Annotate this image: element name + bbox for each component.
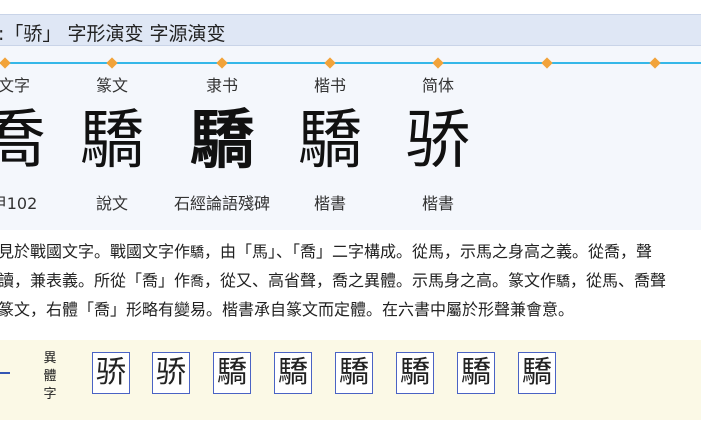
script-glyph: 驕 (80, 104, 144, 178)
title-bar: :「骄」 字形演变 字源演变 (0, 14, 701, 46)
variants-label: 異體字 (43, 351, 57, 402)
variant-glyph[interactable]: 驕 (518, 352, 556, 394)
etymology-description: 見於戰國文字。戰國文字作驕，由「馬」、「喬」二字構成。從馬，示馬之身高之義。從喬… (0, 238, 701, 323)
evolution-column[interactable]: 楷书 驕 楷書 (275, 74, 385, 216)
script-name: 篆文 (95, 76, 128, 95)
page-title: :「骄」 字形演变 字源演变 (0, 23, 226, 45)
description-text: 見於戰國文字。戰國文字作 (0, 242, 191, 261)
script-glyph: 驕 (298, 104, 362, 178)
evolution-column[interactable]: 隶书 驕 石經論語殘碑 (167, 74, 277, 216)
inline-glyph: 驕 (556, 274, 571, 290)
variant-glyph[interactable]: 骄 (92, 352, 130, 394)
variant-glyph[interactable]: 驕 (396, 352, 434, 394)
description-text: 讀，兼表義。所從「喬」作 (0, 271, 191, 290)
script-source: 石經論語殘碑 (173, 194, 270, 213)
script-glyph: 骄 (406, 104, 470, 178)
variant-glyph[interactable]: 骄 (152, 352, 190, 394)
script-name: 楷书 (313, 76, 346, 95)
variant-glyph[interactable]: 驕 (274, 352, 312, 394)
script-glyph: 驕 (190, 103, 254, 178)
link-underline[interactable] (0, 372, 10, 374)
description-line: 篆文，右體「喬」形略有變易。楷書承自篆文而定體。在六書中屬於形聲兼會意。 (0, 300, 575, 319)
variant-glyph[interactable]: 驕 (335, 352, 373, 394)
script-source: 楷書 (421, 194, 454, 213)
variant-glyph[interactable]: 驕 (213, 352, 251, 394)
evolution-column[interactable]: 篆文 驕 說文 (57, 74, 167, 216)
script-name: 简体 (421, 76, 454, 95)
description-text: ，從又、高省聲，喬之異體。示馬身之高。篆文作 (204, 271, 557, 290)
script-source: 說文 (95, 194, 128, 213)
script-name: 隶书 (205, 76, 238, 95)
inline-glyph: 驕 (190, 245, 205, 261)
inline-glyph: 喬 (190, 274, 205, 290)
description-text: ，從馬、喬聲 (570, 271, 667, 290)
description-line: 見於戰國文字。戰國文字作驕，由「馬」、「喬」二字構成。從馬，示馬之身高之義。從喬… (0, 238, 701, 267)
variant-glyph[interactable]: 驕 (457, 352, 495, 394)
description-line: 讀，兼表義。所從「喬」作喬，從又、高省聲，喬之異體。示馬身之高。篆文作驕，從馬、… (0, 267, 701, 296)
script-source: 楷書 (313, 194, 346, 213)
description-text: ，由「馬」、「喬」二字構成。從馬，示馬之身高之義。從喬，聲 (204, 242, 653, 261)
evolution-column[interactable]: 简体 骄 楷書 (383, 74, 493, 216)
